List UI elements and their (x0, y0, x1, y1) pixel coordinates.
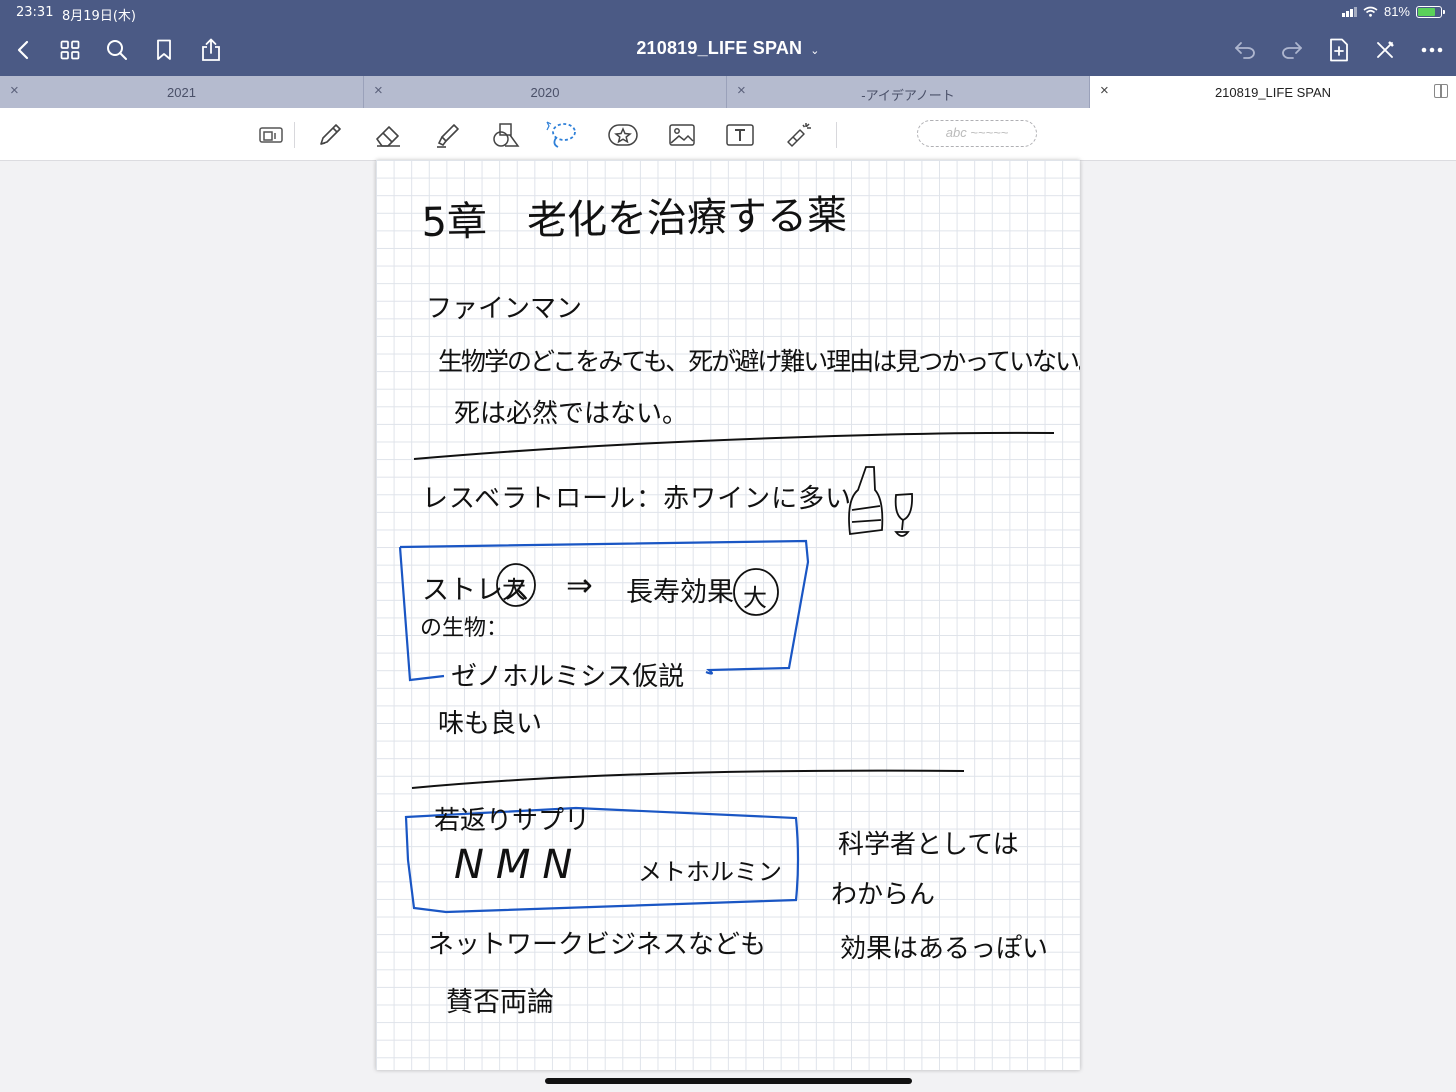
note-text: 味も良い (438, 709, 543, 739)
divider-line (411, 769, 965, 789)
chevron-down-icon: ⌄ (810, 45, 820, 57)
tab-life-span[interactable]: × 210819_LIFE SPAN (1090, 76, 1456, 108)
close-pen-icon[interactable] (1369, 34, 1401, 66)
top-navigation-bar: 23:31 8月19日(木) 81% 210819_LIFE SPAN ⌄ (0, 0, 1456, 76)
laser-pointer-icon[interactable] (782, 118, 816, 152)
note-text: 効果はあるっぽい (840, 934, 1049, 964)
note-text: ネットワークビジネスなども (428, 930, 767, 960)
shapes-tool-icon[interactable] (489, 118, 523, 152)
text-tool-icon[interactable] (723, 118, 757, 152)
note-text: ゼノホルミシス仮説 (451, 662, 685, 692)
image-tool-icon[interactable] (665, 118, 699, 152)
red-wine-bottle-drawing (848, 466, 884, 536)
note-text: 若返りサプリ (434, 806, 591, 836)
status-time: 23:31 (16, 5, 54, 20)
status-date: 8月19日(木) (62, 9, 136, 24)
toolbar-divider (294, 122, 295, 148)
battery-icon (1416, 5, 1445, 18)
redo-icon[interactable] (1276, 34, 1308, 66)
note-text: の生物： (420, 616, 509, 641)
split-view-icon[interactable] (1434, 84, 1448, 98)
note-text: レスベラトロール：赤ワインに多い (422, 484, 853, 514)
home-indicator[interactable] (545, 1078, 912, 1084)
arrow-mark: ⇒ (566, 566, 593, 604)
notebook-page[interactable]: 5章 老化を治療する薬 ファインマン 生物学のどこをみても、死が避け難い理由は見… (376, 160, 1080, 1070)
tab-2020[interactable]: × 2020 (364, 76, 727, 108)
toolbar-divider (836, 122, 837, 148)
undo-icon[interactable] (1229, 34, 1261, 66)
divider-line (413, 431, 1055, 460)
cellular-signal-icon (1341, 6, 1357, 17)
tab-2021[interactable]: × 2021 (0, 76, 364, 108)
sticker-tool-icon[interactable] (606, 118, 640, 152)
wine-glass-drawing (894, 493, 913, 537)
pen-tool-icon[interactable] (313, 118, 347, 152)
circled-mark-text: 大 (502, 576, 526, 604)
battery-percent: 81% (1383, 4, 1410, 19)
highlighter-tool-icon[interactable] (431, 118, 465, 152)
note-text: 科学者としては (838, 830, 1019, 860)
note-text: 賛否両論 (446, 987, 554, 1018)
note-heading: ファインマン (426, 294, 583, 324)
handwriting-input-box[interactable]: abc ~~~~~ (917, 120, 1037, 147)
zoom-window-icon[interactable] (254, 118, 288, 152)
note-text: わからん (831, 880, 936, 910)
tab-idea-note[interactable]: × -アイデアノート (727, 76, 1090, 108)
note-text: 生物学のどこをみても、死が避け難い理由は見つかっていない。 (438, 347, 1080, 376)
note-text: NMN (454, 842, 585, 888)
note-text: メトホルミン (638, 858, 782, 886)
circled-mark-text: 大 (743, 584, 767, 612)
document-tabs: × 2021 × 2020 × -アイデアノート × 210819_LIFE S… (0, 76, 1456, 108)
lasso-tool-icon[interactable] (545, 118, 579, 152)
wifi-icon (1363, 6, 1378, 17)
add-page-icon[interactable] (1323, 34, 1355, 66)
drawing-toolbar: abc ~~~~~ (0, 108, 1456, 161)
note-title: 5章 老化を治療する薬 (421, 192, 848, 246)
more-options-icon[interactable] (1416, 34, 1448, 66)
note-text: 死は必然ではない。 (454, 399, 689, 429)
eraser-tool-icon[interactable] (371, 118, 405, 152)
status-indicators: 81% (1341, 4, 1445, 19)
note-text: 長寿効果 (626, 577, 734, 608)
